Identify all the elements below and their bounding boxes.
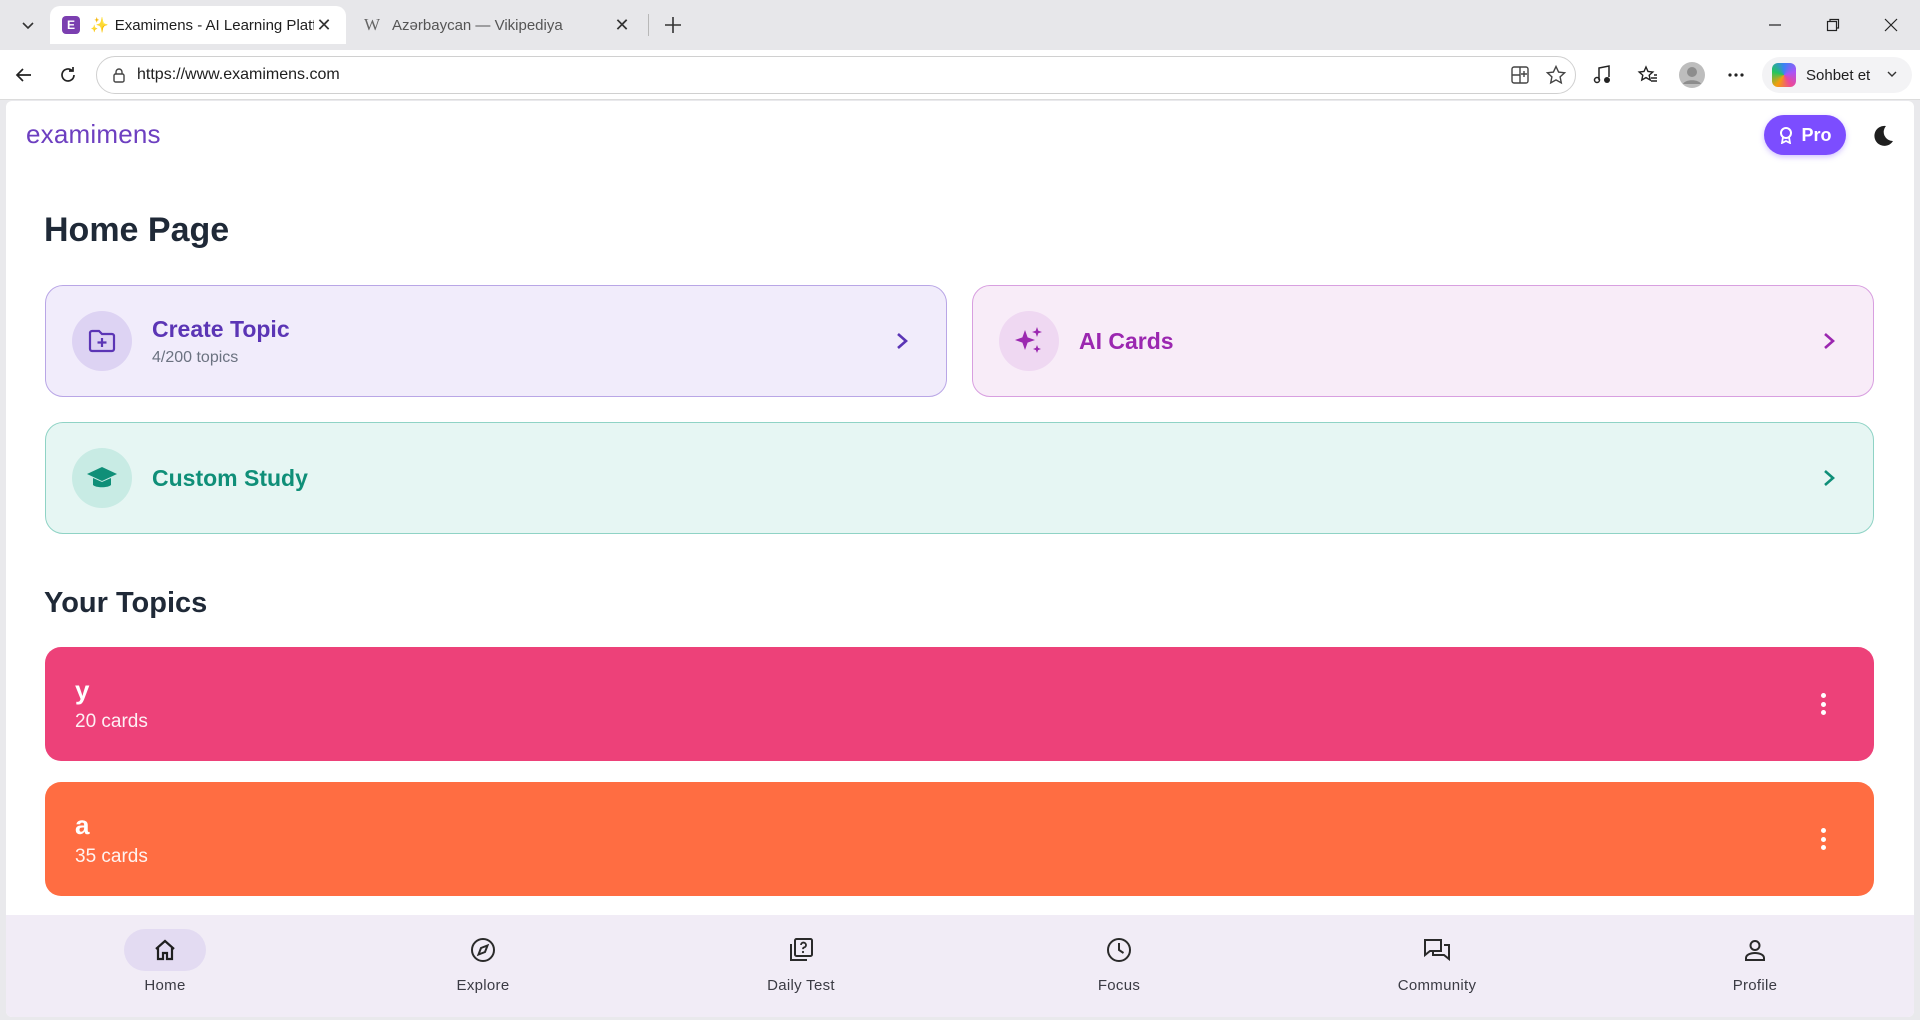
brand-logo[interactable]: examimens — [26, 119, 161, 150]
browser-tab-bar: E ✨ Examimens - AI Learning Platform ✕ W… — [0, 0, 1920, 50]
nav-explore[interactable]: Explore — [324, 915, 642, 1017]
app-page: examimens Pro Home Page Create Topic 4/2… — [6, 101, 1914, 1017]
pro-label: Pro — [1801, 124, 1832, 145]
topic-card-y[interactable]: y 20 cards — [45, 647, 1874, 761]
media-control-button[interactable] — [1584, 58, 1620, 92]
close-tab-icon[interactable]: ✕ — [612, 15, 632, 35]
minimize-button[interactable] — [1748, 0, 1802, 50]
new-tab-button[interactable] — [656, 10, 690, 40]
restore-icon — [1826, 18, 1840, 32]
nav-focus[interactable]: Focus — [960, 915, 1278, 1017]
home-icon — [124, 929, 206, 971]
theme-toggle-button[interactable] — [1868, 121, 1898, 151]
create-topic-label: Create Topic — [152, 315, 290, 342]
avatar-icon — [1679, 62, 1705, 88]
badge-icon — [1780, 127, 1793, 144]
nav-home[interactable]: Home — [6, 915, 324, 1017]
favorites-list-icon — [1637, 65, 1657, 82]
topic-card-a[interactable]: a 35 cards — [45, 782, 1874, 896]
favorite-star-icon[interactable] — [1545, 64, 1567, 91]
more-vertical-icon[interactable] — [1816, 822, 1830, 856]
tab-separator — [648, 14, 649, 36]
restore-button[interactable] — [1806, 0, 1860, 50]
copilot-label: Sohbet et — [1806, 66, 1871, 84]
chevron-right-icon — [894, 331, 910, 351]
chevron-right-icon — [1821, 331, 1837, 351]
tab-title: Examimens - AI Learning Platform — [114, 16, 314, 34]
folder-plus-icon — [72, 311, 132, 371]
close-tab-icon[interactable]: ✕ — [314, 15, 334, 35]
chevron-down-icon — [22, 22, 34, 30]
close-icon — [1884, 18, 1898, 32]
browser-toolbar: https://www.examimens.com Sohbet et — [0, 50, 1920, 100]
arrow-left-icon — [15, 68, 31, 82]
nav-community[interactable]: Community — [1278, 915, 1596, 1017]
chat-icon — [1396, 929, 1478, 971]
address-bar[interactable]: https://www.examimens.com — [96, 56, 1576, 94]
close-window-button[interactable] — [1864, 0, 1918, 50]
your-topics-heading: Your Topics — [44, 587, 208, 619]
nav-label: Profile — [1732, 977, 1778, 994]
page-title: Home Page — [44, 211, 230, 249]
ai-cards-label: AI Cards — [1079, 327, 1174, 354]
browser-tab-wikipedia[interactable]: W Azərbaycan — Vikipediya ✕ — [352, 6, 644, 44]
topic-count-label: 4/200 topics — [152, 348, 239, 366]
sparkles-icon — [999, 311, 1059, 371]
more-horizontal-icon — [1728, 73, 1744, 77]
nav-profile[interactable]: Profile — [1596, 915, 1914, 1017]
lock-icon — [111, 67, 127, 83]
tab-title: Azərbaycan — Vikipediya — [392, 16, 563, 34]
copilot-logo-icon — [1772, 63, 1796, 87]
bottom-navigation: Home Explore Daily Test Focus Community — [6, 915, 1914, 1017]
topic-card-count: 20 cards — [75, 711, 148, 732]
split-screen-icon[interactable] — [1509, 64, 1531, 91]
custom-study-card[interactable]: Custom Study — [45, 422, 1874, 534]
nav-label: Community — [1397, 977, 1477, 994]
topic-name: a — [75, 810, 90, 840]
sparkle-icon: ✨ — [90, 17, 109, 34]
back-button[interactable] — [6, 58, 42, 92]
custom-study-label: Custom Study — [152, 464, 308, 491]
moon-icon — [1874, 125, 1893, 146]
topic-name: y — [75, 675, 90, 705]
pro-button[interactable]: Pro — [1764, 115, 1846, 155]
reload-icon — [61, 67, 75, 82]
music-note-icon — [1593, 65, 1610, 84]
topic-card-count: 35 cards — [75, 846, 148, 867]
copilot-button[interactable]: Sohbet et — [1762, 57, 1912, 93]
graduation-cap-icon — [72, 448, 132, 508]
more-options-button[interactable] — [1718, 58, 1754, 92]
nav-label: Explore — [456, 977, 510, 994]
tab-actions-button[interactable] — [8, 8, 48, 42]
create-topic-card[interactable]: Create Topic 4/200 topics — [45, 285, 947, 397]
minimize-icon — [1769, 24, 1781, 26]
chevron-down-icon — [1886, 67, 1898, 84]
compass-icon — [442, 929, 524, 971]
nav-label: Daily Test — [767, 977, 835, 994]
wikipedia-favicon-icon: W — [364, 15, 381, 34]
profile-button[interactable] — [1674, 58, 1710, 92]
favorites-button[interactable] — [1630, 58, 1666, 92]
plus-icon — [665, 17, 681, 33]
nav-label: Focus — [1097, 977, 1141, 994]
examimens-favicon-icon: E — [62, 16, 80, 34]
nav-label: Home — [144, 977, 186, 994]
ai-cards-card[interactable]: AI Cards — [972, 285, 1874, 397]
person-icon — [1714, 929, 1796, 971]
chevron-right-icon — [1821, 468, 1837, 488]
reload-button[interactable] — [50, 58, 86, 92]
clock-icon — [1078, 929, 1160, 971]
url-text: https://www.examimens.com — [137, 66, 340, 83]
browser-tab-examimens[interactable]: E ✨ Examimens - AI Learning Platform ✕ — [50, 6, 346, 44]
quiz-icon — [760, 929, 842, 971]
more-vertical-icon[interactable] — [1816, 687, 1830, 721]
nav-daily-test[interactable]: Daily Test — [642, 915, 960, 1017]
